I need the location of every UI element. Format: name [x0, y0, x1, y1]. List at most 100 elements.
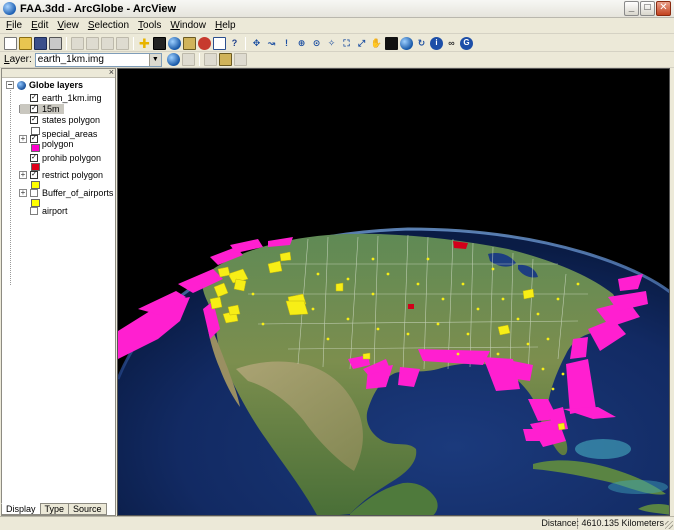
toolbar-separator	[198, 53, 200, 66]
arccatalog-icon[interactable]	[183, 36, 196, 50]
layer-restrict-polygon[interactable]: ✓ restrict polygon	[20, 170, 103, 180]
copy-icon[interactable]	[86, 36, 99, 50]
tab-display[interactable]: Display	[1, 503, 41, 515]
toolbar-separator	[133, 36, 134, 50]
print-icon[interactable]	[49, 36, 62, 50]
globe-icon	[17, 80, 26, 90]
fly-icon[interactable]: ↝	[265, 37, 278, 50]
tab-source[interactable]: Source	[68, 503, 107, 515]
toc-tree: − Globe layers ✓ earth_1km.img + ✓ 15m ✓…	[2, 78, 115, 500]
chevron-down-icon[interactable]: ▼	[148, 53, 161, 66]
new-document-icon[interactable]	[4, 36, 17, 50]
zoom-to-layer-icon[interactable]	[166, 53, 180, 66]
whats-this-help-icon[interactable]: ?	[228, 37, 241, 50]
layer-15m[interactable]: ✓ 15m	[20, 104, 64, 114]
resize-grip-icon[interactable]	[665, 521, 673, 529]
menu-selection[interactable]: Selection	[86, 20, 131, 31]
find-binoculars-icon[interactable]: ∞	[445, 37, 458, 50]
lod-icon[interactable]	[181, 53, 195, 66]
special-areas-symbol-swatch[interactable]	[31, 144, 40, 152]
menu-edit[interactable]: Edit	[29, 20, 50, 31]
zoom-extent-icon[interactable]: ⤢	[355, 37, 368, 50]
open-folder-icon[interactable]	[19, 36, 32, 50]
arcglobe-app-icon[interactable]	[3, 2, 16, 15]
pan-hand-icon[interactable]: ✋	[370, 37, 383, 50]
layer-states-polygon[interactable]: ✓ states polygon	[20, 115, 100, 125]
add-data-icon[interactable]: ✚	[138, 37, 151, 50]
layer-name: Buffer_of_airports	[42, 188, 114, 198]
layer-toolbar: Layer: earth_1km.img ▼	[0, 52, 674, 68]
maximize-button[interactable]: □	[640, 1, 655, 16]
window-title: FAA.3dd - ArcGlobe - ArcView	[20, 2, 177, 15]
layer-buffer-of-airports[interactable]: Buffer_of_airports	[20, 188, 113, 198]
pan-icon[interactable]: ✧	[325, 37, 338, 50]
center-on-target-icon[interactable]: ǃ	[280, 37, 293, 50]
caribbean-shallows	[608, 480, 668, 494]
globe-view-icon[interactable]	[400, 36, 413, 50]
layer-airport[interactable]: airport	[20, 206, 68, 216]
layer-name: earth_1km.img	[42, 93, 102, 103]
globe-properties-icon[interactable]	[168, 36, 181, 50]
navigate-icon[interactable]: ✥	[250, 37, 263, 50]
layer-name: airport	[42, 206, 68, 216]
swipe-icon[interactable]	[233, 53, 247, 66]
layer-name: restrict polygon	[42, 170, 104, 180]
close-button[interactable]: ✕	[656, 1, 671, 16]
bahamas-shallows	[575, 439, 631, 459]
layer-checkbox[interactable]: ✓	[30, 116, 38, 124]
toc-root-globe-layers[interactable]: − Globe layers	[6, 80, 83, 90]
select-features-icon[interactable]	[385, 36, 398, 50]
menu-view[interactable]: View	[55, 20, 81, 31]
toc-header: ×	[2, 68, 115, 78]
layer-name: 15m	[42, 104, 60, 114]
close-icon[interactable]: ×	[109, 68, 114, 77]
toc-tabs: Display Type Source	[1, 503, 107, 516]
layer-checkbox[interactable]: ✓	[30, 135, 38, 143]
layer-earth-1km[interactable]: ✓ earth_1km.img	[20, 93, 102, 103]
menu-help[interactable]: Help	[213, 20, 238, 31]
layer-special-areas-polygon[interactable]: ✓ special_areas polygon	[20, 129, 115, 149]
menu-tools[interactable]: Tools	[136, 20, 163, 31]
effects-icon[interactable]	[203, 53, 217, 66]
tab-type[interactable]: Type	[39, 503, 70, 515]
menu-file[interactable]: File	[4, 20, 24, 31]
layer-checkbox[interactable]	[30, 207, 38, 215]
command-line-window-icon[interactable]	[213, 36, 226, 50]
window-controls: _ □ ✕	[624, 1, 671, 16]
globe-display[interactable]	[117, 68, 670, 516]
zoom-in-out-icon[interactable]: ⊙	[310, 37, 323, 50]
identify-icon[interactable]: i	[430, 36, 443, 50]
toc-root-label: Globe layers	[29, 80, 84, 90]
save-disk-icon[interactable]	[34, 36, 47, 50]
layer-checkbox[interactable]: ✓	[30, 171, 38, 179]
cut-icon[interactable]	[71, 36, 84, 50]
full-extent-icon[interactable]: ⛶	[340, 37, 353, 50]
layer-label: Layer:	[4, 54, 32, 65]
globe-scene[interactable]	[118, 69, 670, 516]
status-bar: Distance: 4610.135 Kilometers	[0, 516, 674, 530]
layer-properties-icon[interactable]	[218, 53, 232, 66]
paste-icon[interactable]	[101, 36, 114, 50]
delete-icon[interactable]	[116, 36, 129, 50]
layer-checkbox[interactable]: ✓	[30, 105, 38, 113]
minimize-button[interactable]: _	[624, 1, 639, 16]
layer-prohib-polygon[interactable]: ✓ prohib polygon	[20, 153, 101, 163]
menu-bar: File Edit View Selection Tools Window He…	[0, 18, 674, 34]
menu-window[interactable]: Window	[168, 20, 208, 31]
arctoolbox-icon[interactable]	[198, 36, 211, 50]
standard-toolbar: ✚ ? ✥ ↝ ǃ ⊕ ⊙ ✧ ⛶ ⤢ ✋ ↻ i ∞ G	[0, 35, 674, 52]
layer-name: prohib polygon	[42, 153, 102, 163]
layer-checkbox[interactable]	[30, 189, 38, 197]
full-extent-map-icon[interactable]	[153, 36, 166, 50]
layer-dropdown-value: earth_1km.img	[37, 54, 104, 65]
hyperlink-icon[interactable]: G	[460, 36, 473, 50]
layer-checkbox[interactable]: ✓	[30, 94, 38, 102]
rotate-icon[interactable]: ↻	[415, 37, 428, 50]
zoom-to-target-icon[interactable]: ⊕	[295, 37, 308, 50]
distance-readout: Distance: 4610.135 Kilometers	[541, 518, 664, 528]
layer-name: states polygon	[42, 115, 101, 125]
layer-dropdown[interactable]: earth_1km.img ▼	[34, 52, 162, 67]
toolbar-separator	[66, 36, 67, 50]
collapse-icon[interactable]: −	[6, 81, 14, 89]
layer-checkbox[interactable]: ✓	[30, 154, 38, 162]
